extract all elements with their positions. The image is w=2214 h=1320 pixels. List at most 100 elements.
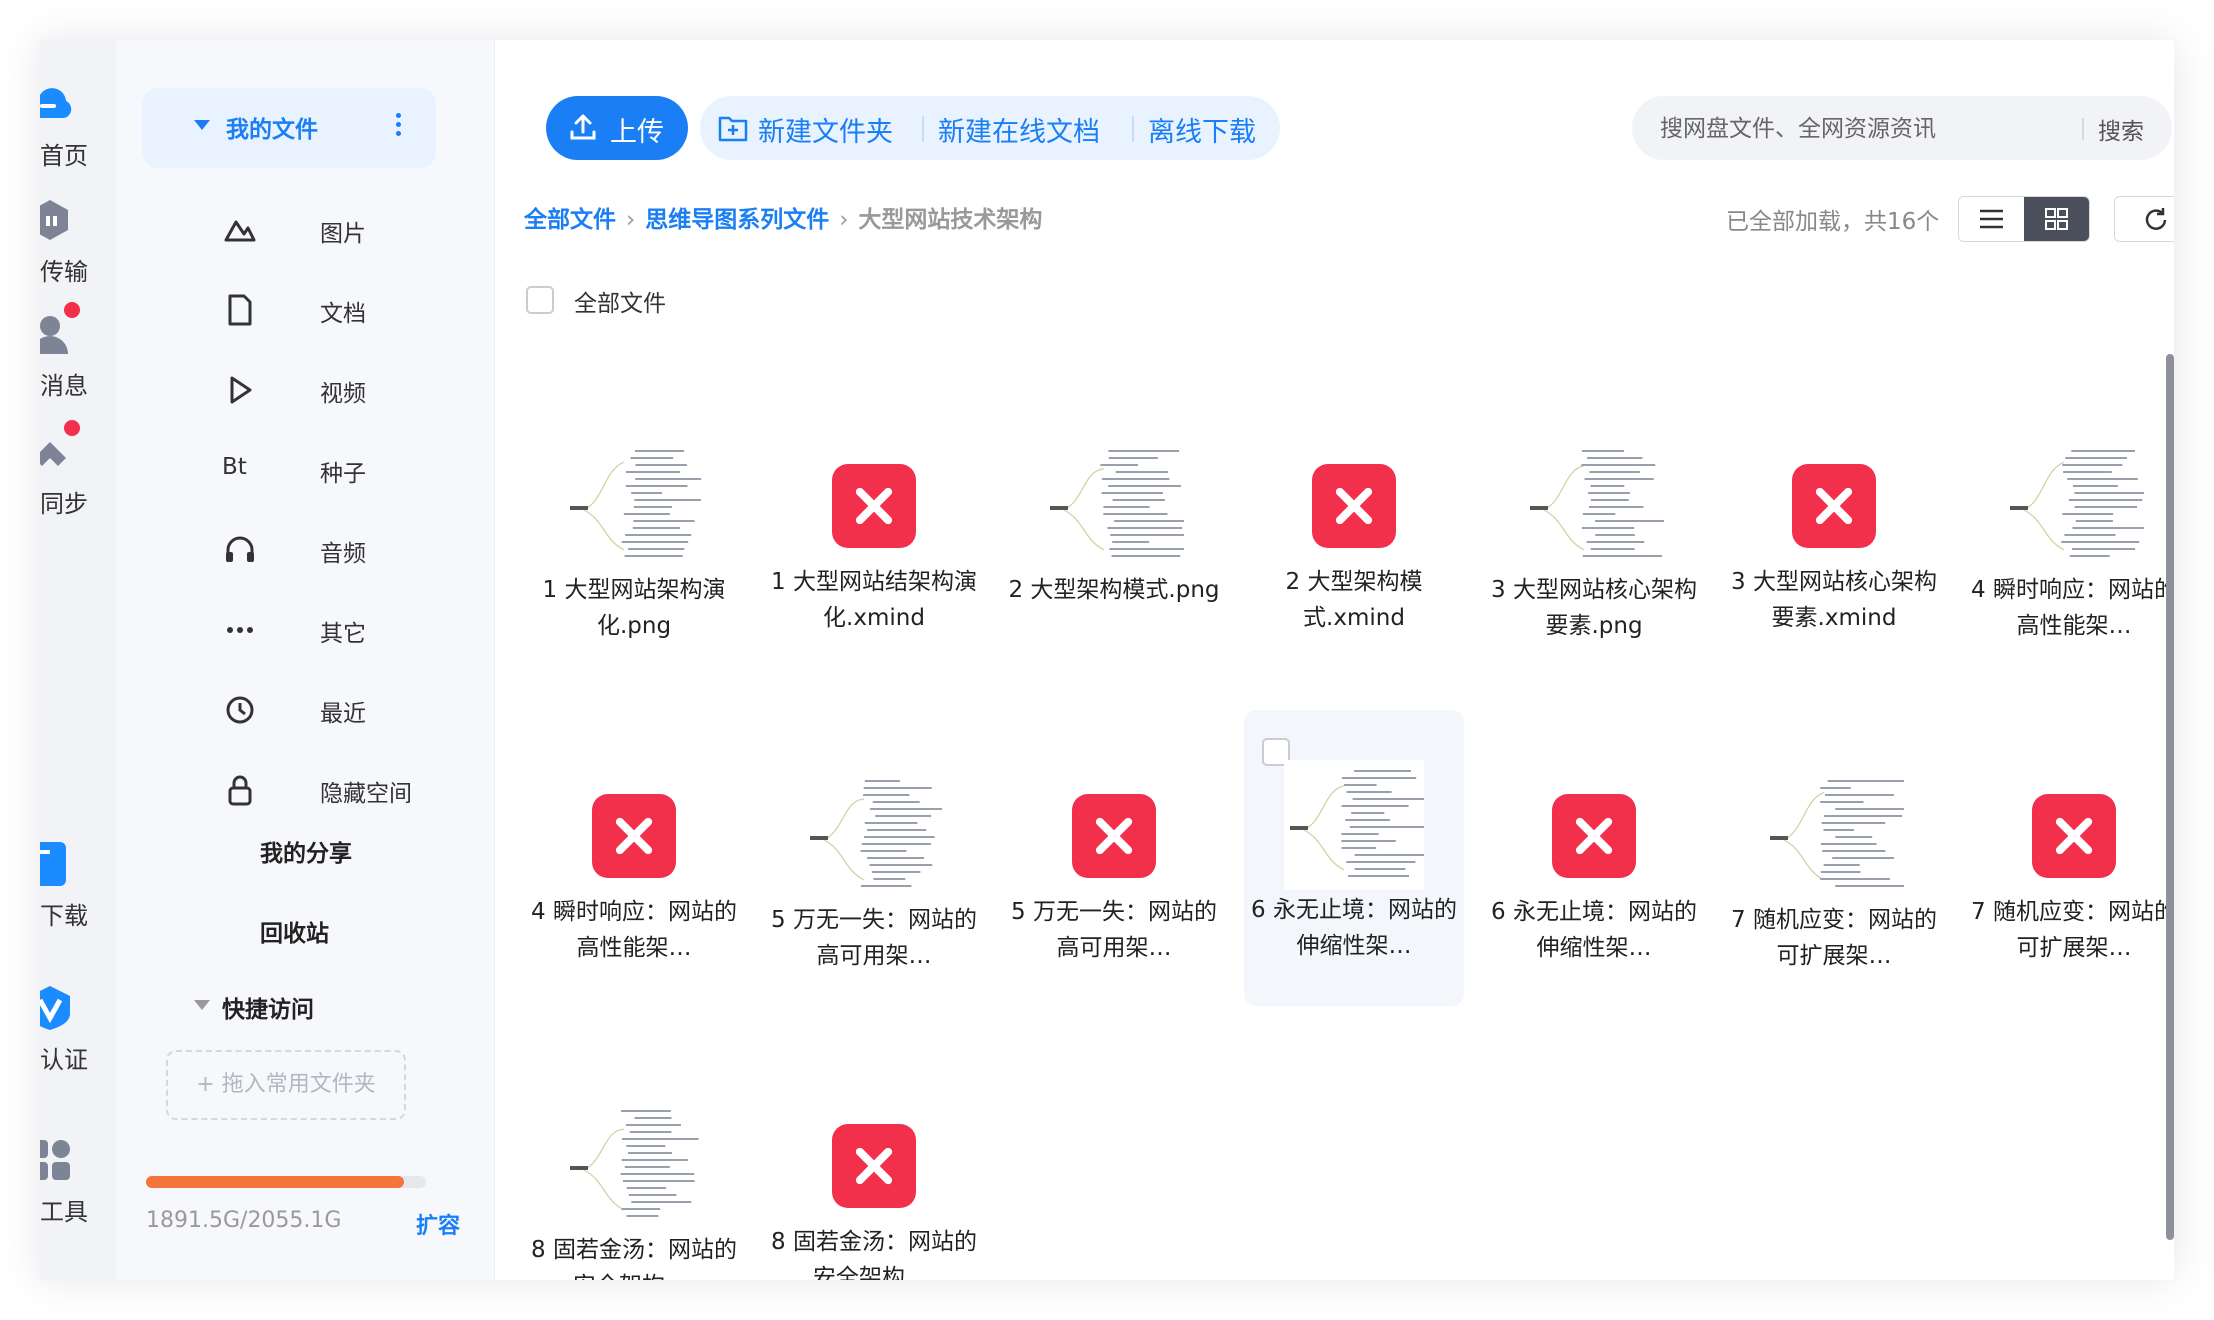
breadcrumb: 全部文件 › 思维导图系列文件 › 大型网站技术架构 [524, 200, 1042, 234]
file-tile[interactable]: 6 永无止境：网站的伸缩性架… [1484, 720, 1704, 1016]
mindmap-thumbnail [564, 440, 704, 570]
file-name: 8 固若金汤：网站的安全架构.… [771, 1229, 977, 1280]
file-tile[interactable]: 2 大型架构模式.png [1004, 390, 1224, 686]
file-tile[interactable]: 7 随机应变：网站的可扩展架… [1724, 720, 1944, 1016]
kebab-menu-icon[interactable] [394, 110, 402, 146]
sidebar-item-label: 种子 [320, 461, 366, 487]
breadcrumb-current-folder: 大型网站技术架构 [858, 207, 1043, 233]
my-files-item[interactable]: 我的文件 [142, 88, 436, 168]
refresh-icon [2145, 208, 2167, 230]
refresh-button[interactable] [2114, 196, 2174, 242]
new-folder-icon [718, 116, 748, 142]
sidebar-item-other[interactable]: 其它 [116, 600, 494, 660]
storage-progress-fill [146, 1176, 404, 1188]
file-tile[interactable]: 8 固若金汤：网站的安全架构.… [524, 1050, 744, 1280]
file-name: 6 永无止境：网站的伸缩性架… [1251, 897, 1457, 959]
divider [2082, 118, 2084, 140]
folder-sidebar: 我的文件 图片 文档 视频 Bt 种子 音频 其它 最近 隐藏空间 我的分享 回… [116, 40, 495, 1280]
file-tile[interactable]: 2 大型架构模式.xmind [1244, 390, 1464, 686]
mindmap-thumbnail [564, 1100, 704, 1230]
view-toggle [1958, 196, 2090, 242]
sidebar-item-docs[interactable]: 文档 [116, 280, 494, 340]
broken-file-icon [832, 464, 916, 548]
new-online-doc-button[interactable]: 新建在线文档 [938, 110, 1100, 149]
sidebar-item-recycle-bin[interactable]: 回收站 [260, 914, 329, 948]
offline-download-button[interactable]: 离线下载 [1148, 110, 1256, 149]
headphones-icon [226, 536, 254, 562]
file-tile[interactable]: 1 大型网站结架构演化.xmind [764, 390, 984, 686]
grid-view-button[interactable] [2024, 197, 2089, 241]
rail-item-messages[interactable]: 消息 [40, 302, 116, 420]
document-icon [228, 294, 252, 326]
caret-down-icon [194, 120, 210, 130]
broken-file-icon [832, 1124, 916, 1208]
rail-item-tools[interactable]: 工具 [40, 1136, 116, 1246]
sidebar-item-recent[interactable]: 最近 [116, 680, 494, 740]
file-name: 6 永无止境：网站的伸缩性架… [1491, 899, 1697, 961]
file-tile[interactable]: 8 固若金汤：网站的安全架构.… [764, 1050, 984, 1280]
history-icon [226, 696, 254, 724]
transfer-icon [40, 200, 68, 240]
broken-file-icon [592, 794, 676, 878]
file-tile[interactable]: 1 大型网站架构演化.png [524, 390, 744, 686]
list-view-button[interactable] [1959, 197, 2024, 241]
main-content: 上传 新建文件夹 新建在线文档 离线下载 搜索 全部文件 › 思维导图系列文件 › 大型… [494, 40, 2174, 1280]
select-all-checkbox[interactable] [526, 286, 554, 314]
rail-label-transfer: 传输 [40, 258, 88, 286]
search-button[interactable]: 搜索 [2098, 112, 2144, 146]
search-input[interactable] [1658, 108, 2062, 150]
quick-access-drop-zone[interactable]: + 拖入常用文件夹 [166, 1050, 406, 1120]
sidebar-item-torrents[interactable]: Bt 种子 [116, 440, 494, 500]
tools-icon [40, 1140, 70, 1180]
caret-down-icon [194, 1000, 210, 1010]
file-tile[interactable]: 3 大型网站核心架构要素.png [1484, 390, 1704, 686]
rail-item-home[interactable]: 首页 [40, 80, 116, 190]
sync-badge [64, 420, 80, 436]
chevron-right-icon: › [626, 207, 636, 233]
rail-item-download[interactable]: 下载 [40, 840, 116, 950]
expand-storage-link[interactable]: 扩容 [416, 1208, 460, 1240]
upload-icon [570, 114, 596, 140]
my-files-label: 我的文件 [226, 117, 318, 143]
broken-file-icon [1072, 794, 1156, 878]
file-tile[interactable]: 5 万无一失：网站的高可用架… [1004, 720, 1224, 1016]
file-tile[interactable]: 4 瞬时响应：网站的高性能架… [524, 720, 744, 1016]
download-icon [40, 842, 66, 886]
quick-access-label: 快捷访问 [222, 997, 314, 1023]
sidebar-item-audio[interactable]: 音频 [116, 520, 494, 580]
mindmap-thumbnail [804, 770, 944, 900]
divider [922, 116, 924, 142]
file-tile[interactable]: 4 瞬时响应：网站的高性能架… [1964, 390, 2174, 686]
file-name: 3 大型网站核心架构要素.xmind [1731, 569, 1937, 631]
rail-item-sync[interactable]: 同步 [40, 420, 116, 538]
verify-icon [40, 986, 70, 1030]
sidebar-item-images[interactable]: 图片 [116, 200, 494, 260]
rail-item-transfer[interactable]: 传输 [40, 196, 116, 306]
breadcrumb-mindmap-folder[interactable]: 思维导图系列文件 [645, 207, 829, 233]
upload-button[interactable]: 上传 [546, 96, 688, 160]
grid-icon [2045, 208, 2068, 230]
file-tile[interactable]: 5 万无一失：网站的高可用架… [764, 720, 984, 1016]
breadcrumb-all-files[interactable]: 全部文件 [524, 207, 616, 233]
rail-item-verify[interactable]: 认证 [40, 984, 116, 1094]
file-tile[interactable]: 7 随机应变：网站的可扩展架… [1964, 720, 2174, 1016]
sidebar-item-my-share[interactable]: 我的分享 [260, 834, 352, 868]
scrollbar[interactable] [2166, 354, 2174, 1240]
file-tile[interactable]: 6 永无止境：网站的伸缩性架… [1244, 710, 1464, 1006]
sidebar-item-hidden-space[interactable]: 隐藏空间 [116, 760, 494, 820]
sidebar-item-label: 文档 [320, 301, 366, 327]
more-icon [227, 627, 253, 633]
mindmap-thumbnail [1044, 440, 1184, 570]
storage-usage-text: 1891.5G/2055.1G [146, 1208, 342, 1233]
left-rail: 首页 传输 消息 同步 下载 认证 工具 [40, 40, 116, 1280]
sidebar-item-videos[interactable]: 视频 [116, 360, 494, 420]
file-tile[interactable]: 3 大型网站核心架构要素.xmind [1724, 390, 1944, 686]
file-name: 5 万无一失：网站的高可用架… [1011, 899, 1217, 961]
file-name: 7 随机应变：网站的可扩展架… [1971, 899, 2174, 961]
new-folder-button[interactable]: 新建文件夹 [758, 110, 893, 149]
sidebar-item-label: 音频 [320, 541, 366, 567]
file-name: 1 大型网站架构演化.png [542, 577, 726, 639]
sidebar-item-label: 图片 [320, 221, 366, 247]
file-name: 7 随机应变：网站的可扩展架… [1731, 907, 1937, 969]
message-badge [64, 302, 80, 318]
